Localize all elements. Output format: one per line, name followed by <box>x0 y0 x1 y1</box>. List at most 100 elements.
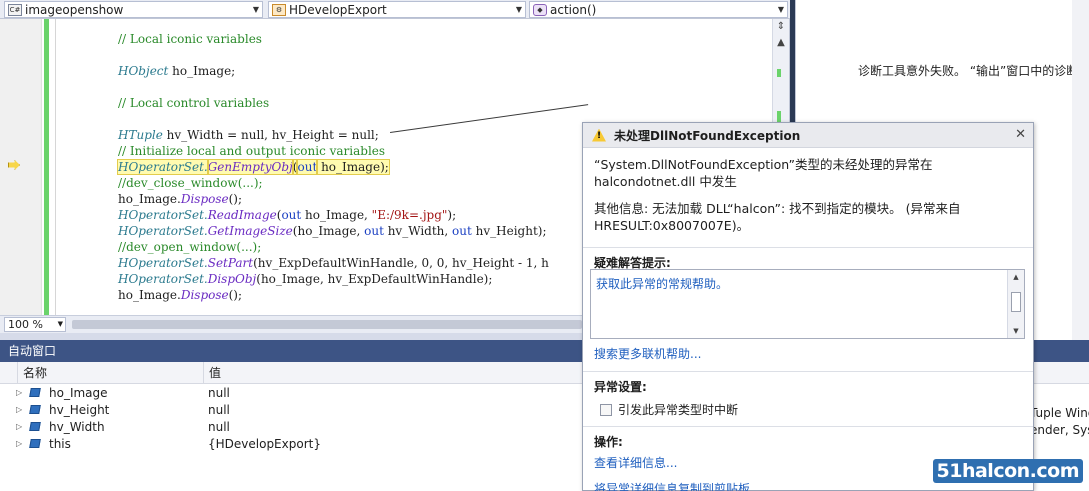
change-tracking-bar <box>44 19 49 315</box>
code-token: HObject <box>118 64 169 78</box>
column-header-value[interactable]: 值 <box>204 362 584 383</box>
exception-dialog: ! 未处理DllNotFoundException ✕ “System.DllN… <box>582 122 1034 491</box>
code-token: SetPart <box>207 256 254 270</box>
code-token: // Local iconic variables <box>118 32 262 46</box>
code-token: out <box>452 224 472 238</box>
code-token: HOperatorSet. <box>117 159 209 175</box>
indicator-margin[interactable] <box>0 19 42 315</box>
code-token: //dev_close_window(...); <box>118 176 263 190</box>
scroll-thumb[interactable] <box>1011 292 1021 312</box>
code-token: (); <box>228 192 243 206</box>
code-token: DispObj <box>207 272 257 286</box>
exception-message-details: 其他信息: 无法加载 DLL“halcon”: 找不到指定的模块。 (异常来自 … <box>594 201 961 233</box>
variable-value[interactable]: null <box>208 403 230 417</box>
scroll-up-icon[interactable]: ▲ <box>773 35 789 51</box>
scroll-up-icon[interactable]: ▲ <box>1008 270 1024 284</box>
variable-name: hv_Width <box>49 419 105 434</box>
expand-arrow-icon[interactable]: ▷ <box>16 388 30 397</box>
code-line[interactable] <box>60 47 549 63</box>
variable-icon <box>29 439 41 448</box>
code-line[interactable]: HOperatorSet.SetPart(hv_ExpDefaultWinHan… <box>60 255 549 271</box>
chevron-down-icon: ▼ <box>777 5 785 14</box>
code-token: Dispose <box>180 192 229 206</box>
break-on-exception-label: 引发此异常类型时中断 <box>618 403 739 417</box>
code-line[interactable]: // Local iconic variables <box>60 31 549 47</box>
code-token: ho_Image); <box>316 159 390 175</box>
autos-type-column-fragment: Tuple Wind ender, Syst <box>1030 405 1089 439</box>
exception-message-primary: “System.DllNotFoundException”类型的未经处理的异常在… <box>594 157 933 189</box>
expand-arrow-icon[interactable]: ▷ <box>16 439 30 448</box>
code-line[interactable]: HObject ho_Image; <box>60 63 549 79</box>
code-line[interactable]: //dev_close_window(...); <box>60 175 549 191</box>
code-token: HOperatorSet. <box>118 256 208 270</box>
project-dropdown-value: imageopenshow <box>25 2 124 17</box>
code-line[interactable]: // Initialize local and output iconic va… <box>60 143 549 159</box>
code-token: ho_Image. <box>118 288 181 302</box>
code-line[interactable]: HOperatorSet.GenEmptyObj(out ho_Image); <box>60 159 549 175</box>
general-help-link[interactable]: 获取此异常的常规帮助。 <box>596 275 728 292</box>
class-dropdown[interactable]: ⚙ HDevelopExport ▼ <box>268 1 526 18</box>
zoom-value: 100 % <box>8 318 43 331</box>
chevron-down-icon: ▼ <box>57 320 63 328</box>
variable-value[interactable]: {HDevelopExport} <box>208 437 321 451</box>
close-icon[interactable]: ✕ <box>1015 127 1026 142</box>
code-token: (ho_Image, <box>292 224 365 238</box>
exception-dialog-title-bar: ! 未处理DllNotFoundException ✕ <box>583 123 1033 148</box>
code-token: HOperatorSet. <box>118 272 208 286</box>
class-icon: ⚙ <box>272 3 286 16</box>
code-line[interactable]: // Local control variables <box>60 95 549 111</box>
code-token: (ho_Image, hv_ExpDefaultWinHandle); <box>256 272 493 286</box>
exception-settings-section: 异常设置: 引发此异常类型时中断 <box>583 371 1033 429</box>
code-navigation-bar: C# imageopenshow ▼ ⚙ HDevelopExport ▼ ◆ … <box>0 0 790 19</box>
column-header-name[interactable]: 名称 <box>18 362 204 383</box>
code-line[interactable]: //dev_open_window(...); <box>60 239 549 255</box>
code-token: out <box>281 208 302 222</box>
diagnostics-message: 诊断工具意外失败。 “输出”窗口中的诊断 <box>858 64 1079 78</box>
break-on-exception-checkbox[interactable] <box>600 404 612 416</box>
code-line[interactable]: HOperatorSet.ReadImage(out ho_Image, "E:… <box>60 207 549 223</box>
method-icon: ◆ <box>533 3 547 16</box>
code-token: ho_Image, <box>301 208 372 222</box>
code-token: "E:/9k=.jpg" <box>371 208 448 222</box>
expand-arrow-icon[interactable]: ▷ <box>16 422 30 431</box>
scroll-down-icon[interactable]: ▼ <box>1008 324 1024 338</box>
search-online-help-link[interactable]: 搜索更多联机帮助... <box>594 345 701 362</box>
code-token: hv_Width, <box>383 224 453 238</box>
code-line[interactable] <box>60 79 549 95</box>
type-fragment: ender, Syst <box>1030 423 1089 437</box>
variable-name: ho_Image <box>49 385 108 400</box>
tips-scrollbar[interactable]: ▲ ▼ <box>1007 270 1024 338</box>
code-token: HOperatorSet. <box>118 224 208 238</box>
zoom-dropdown[interactable]: 100 % ▼ <box>4 317 66 332</box>
expand-arrow-icon[interactable]: ▷ <box>16 405 30 414</box>
editor-horizontal-scrollbar[interactable] <box>72 320 582 329</box>
code-token: ReadImage <box>207 208 277 222</box>
code-line[interactable]: ho_Image.Dispose(); <box>60 191 549 207</box>
ide-window: C# imageopenshow ▼ ⚙ HDevelopExport ▼ ◆ … <box>0 0 1089 491</box>
code-line[interactable]: HOperatorSet.GetImageSize(ho_Image, out … <box>60 223 549 239</box>
code-token: Dispose <box>180 288 229 302</box>
diagnostics-scrollbar[interactable] <box>1072 0 1089 340</box>
exception-message: “System.DllNotFoundException”类型的未经处理的异常在… <box>583 148 1033 234</box>
warning-icon: ! <box>592 128 606 142</box>
code-token: // Initialize local and output iconic va… <box>118 144 386 158</box>
method-dropdown[interactable]: ◆ action() ▼ <box>529 1 788 18</box>
variable-value[interactable]: null <box>208 420 230 434</box>
csharp-project-icon: C# <box>8 3 22 16</box>
code-line[interactable]: HTuple hv_Width = null, hv_Height = null… <box>60 127 549 143</box>
code-line[interactable]: ho_Image.Dispose(); <box>60 287 549 303</box>
split-editor-icon[interactable]: ⇕ <box>773 19 789 35</box>
variable-value[interactable]: null <box>208 386 230 400</box>
break-on-exception-option[interactable]: 引发此异常类型时中断 <box>594 401 1033 418</box>
exception-settings-title: 异常设置: <box>594 380 647 394</box>
variable-icon <box>29 422 41 431</box>
actions-title: 操作: <box>594 435 623 449</box>
header-spacer <box>0 362 18 383</box>
code-token: out <box>296 159 319 175</box>
code-text[interactable]: // Local iconic variables HObject ho_Ima… <box>60 31 549 303</box>
variable-name: hv_Height <box>49 402 110 417</box>
code-line[interactable]: HOperatorSet.DispObj(ho_Image, hv_ExpDef… <box>60 271 549 287</box>
outline-guide <box>55 19 56 315</box>
project-dropdown[interactable]: C# imageopenshow ▼ <box>4 1 263 18</box>
code-token: ho_Image; <box>168 64 236 78</box>
